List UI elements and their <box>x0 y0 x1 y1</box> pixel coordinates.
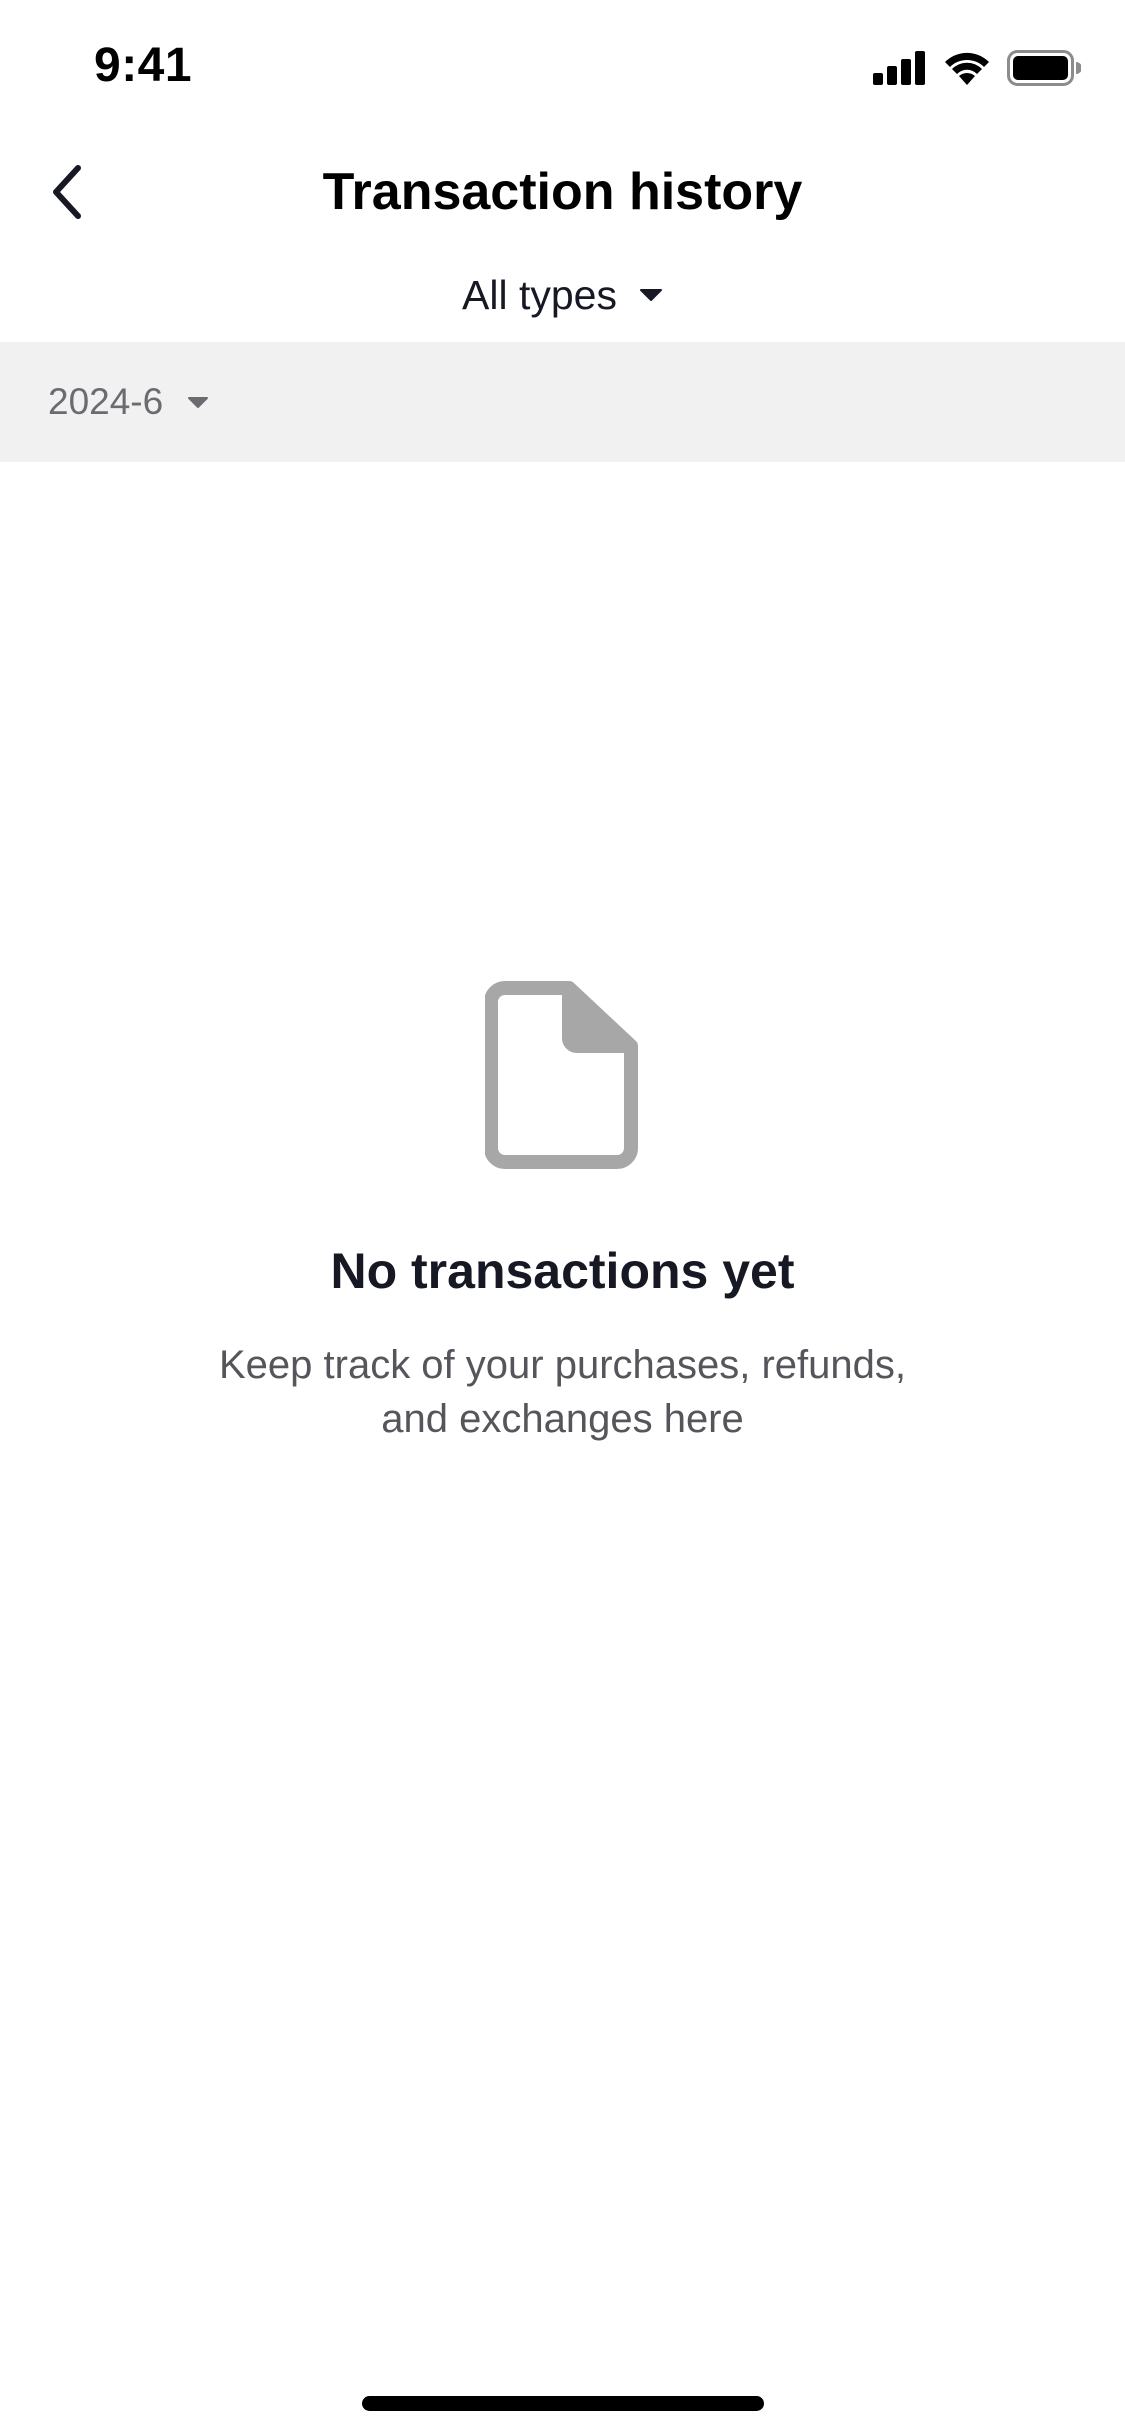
home-indicator[interactable] <box>362 2396 764 2411</box>
document-icon <box>484 981 638 1169</box>
empty-state-title: No transactions yet <box>330 1243 795 1299</box>
date-filter-dropdown[interactable]: 2024-6 <box>48 342 209 462</box>
caret-down-icon <box>188 396 209 408</box>
cellular-signal-icon <box>873 51 925 85</box>
header: Transaction history <box>0 132 1125 252</box>
status-time: 9:41 <box>94 39 193 92</box>
wifi-icon <box>945 52 989 85</box>
date-filter-bar: 2024-6 <box>0 342 1125 462</box>
status-bar: 9:41 <box>0 0 1125 132</box>
date-filter-label: 2024-6 <box>48 381 164 422</box>
battery-icon <box>1007 50 1081 86</box>
caret-down-icon <box>639 289 662 301</box>
empty-state: No transactions yet Keep track of your p… <box>0 980 1125 1446</box>
empty-state-subtitle: Keep track of your purchases, refunds, a… <box>218 1343 907 1441</box>
status-icons <box>873 50 1081 86</box>
type-filter-label: All types <box>462 271 617 318</box>
type-filter-dropdown[interactable]: All types <box>0 262 1125 328</box>
page-title: Transaction history <box>322 163 803 221</box>
